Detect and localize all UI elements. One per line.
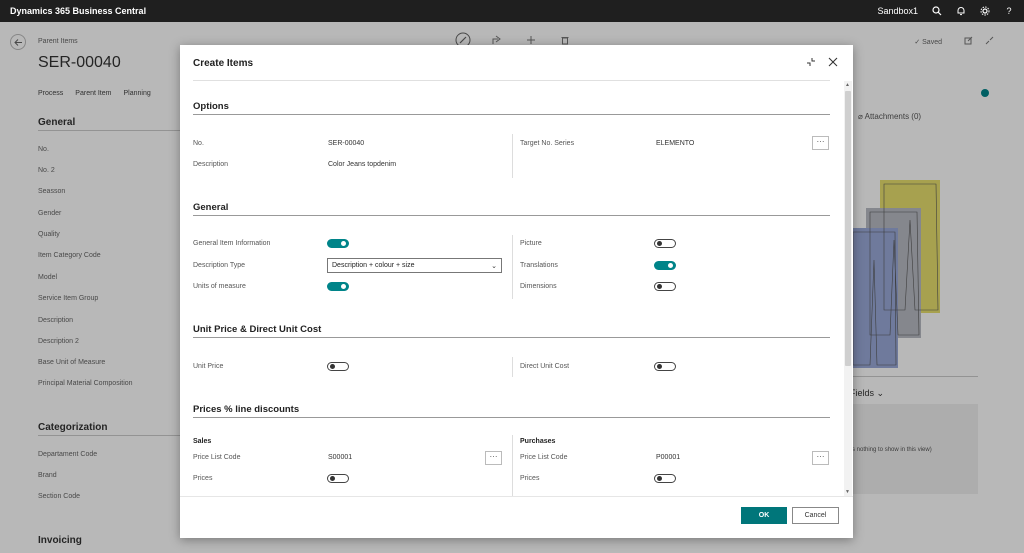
footer-divider <box>180 496 853 497</box>
description-label: Description <box>193 161 229 168</box>
description-value[interactable]: Color Jeans topdenim <box>328 161 396 168</box>
translations-toggle[interactable] <box>654 261 676 270</box>
options-group-title[interactable]: Options <box>193 101 229 112</box>
dimensions-toggle[interactable] <box>654 282 676 291</box>
top-bar: Dynamics 365 Business Central Sandbox1 ? <box>0 0 1024 22</box>
column-divider <box>512 235 513 299</box>
minimize-icon[interactable] <box>805 56 817 68</box>
column-divider <box>512 134 513 178</box>
sales-prices-label: Prices <box>193 475 213 482</box>
scroll-down-icon[interactable]: ▼ <box>845 489 850 495</box>
cancel-button[interactable]: Cancel <box>792 507 839 524</box>
create-items-dialog: Create Items Options No. SER-00040 Descr… <box>180 45 853 538</box>
target-series-value[interactable]: ELEMENTO <box>656 140 694 147</box>
description-type-label: Description Type <box>193 262 246 269</box>
description-type-select[interactable]: Description + colour + size ⌄ <box>327 258 502 273</box>
target-series-label: Target No. Series <box>520 140 575 147</box>
units-of-measure-toggle[interactable] <box>327 282 349 291</box>
general-item-info-label: General Item Information <box>193 240 271 247</box>
dialog-scrollbar[interactable]: ▲ ▼ <box>844 81 852 496</box>
purchase-price-list-value[interactable]: P00001 <box>656 454 680 461</box>
unit-price-group-title[interactable]: Unit Price & Direct Unit Cost <box>193 324 321 335</box>
chevron-down-icon: ⌄ <box>491 263 497 270</box>
purchase-price-list-lookup-button[interactable]: ··· <box>812 451 829 465</box>
no-value[interactable]: SER-00040 <box>328 140 364 147</box>
search-icon[interactable] <box>932 6 942 16</box>
sales-price-list-label: Price List Code <box>193 454 241 461</box>
picture-label: Picture <box>520 240 542 247</box>
help-icon[interactable]: ? <box>1004 6 1014 16</box>
close-icon[interactable] <box>827 56 839 68</box>
app-title: Dynamics 365 Business Central <box>10 6 147 16</box>
group-divider <box>193 337 830 338</box>
group-divider <box>193 417 830 418</box>
sales-subheading: Sales <box>193 438 212 445</box>
environment-name[interactable]: Sandbox1 <box>877 6 918 16</box>
group-divider <box>193 215 830 216</box>
unit-price-label: Unit Price <box>193 363 224 370</box>
direct-unit-cost-label: Direct Unit Cost <box>520 363 570 370</box>
sales-prices-toggle[interactable] <box>327 474 349 483</box>
purchase-prices-label: Prices <box>520 475 540 482</box>
gear-icon[interactable] <box>980 6 990 16</box>
general-group-title[interactable]: General <box>193 202 228 213</box>
scroll-up-icon[interactable]: ▲ <box>845 82 850 88</box>
purchase-price-list-label: Price List Code <box>520 454 568 461</box>
dimensions-label: Dimensions <box>520 283 557 290</box>
bell-icon[interactable] <box>956 6 966 16</box>
dialog-title: Create Items <box>193 58 254 69</box>
target-series-lookup-button[interactable]: ··· <box>812 136 829 150</box>
sales-price-list-value[interactable]: S00001 <box>328 454 352 461</box>
description-type-value: Description + colour + size <box>332 262 415 269</box>
column-divider <box>512 435 513 496</box>
units-of-measure-label: Units of measure <box>193 283 246 290</box>
dialog-content: Options No. SER-00040 Description Color … <box>180 81 843 496</box>
prices-group-title[interactable]: Prices % line discounts <box>193 404 299 415</box>
group-divider <box>193 114 830 115</box>
column-divider <box>512 357 513 377</box>
unit-price-toggle[interactable] <box>327 362 349 371</box>
translations-label: Translations <box>520 262 558 269</box>
direct-unit-cost-toggle[interactable] <box>654 362 676 371</box>
no-label: No. <box>193 140 204 147</box>
sales-price-list-lookup-button[interactable]: ··· <box>485 451 502 465</box>
purchase-prices-toggle[interactable] <box>654 474 676 483</box>
general-item-info-toggle[interactable] <box>327 239 349 248</box>
purchases-subheading: Purchases <box>520 438 556 445</box>
picture-toggle[interactable] <box>654 239 676 248</box>
scroll-thumb[interactable] <box>845 91 851 366</box>
ok-button[interactable]: OK <box>741 507 787 524</box>
